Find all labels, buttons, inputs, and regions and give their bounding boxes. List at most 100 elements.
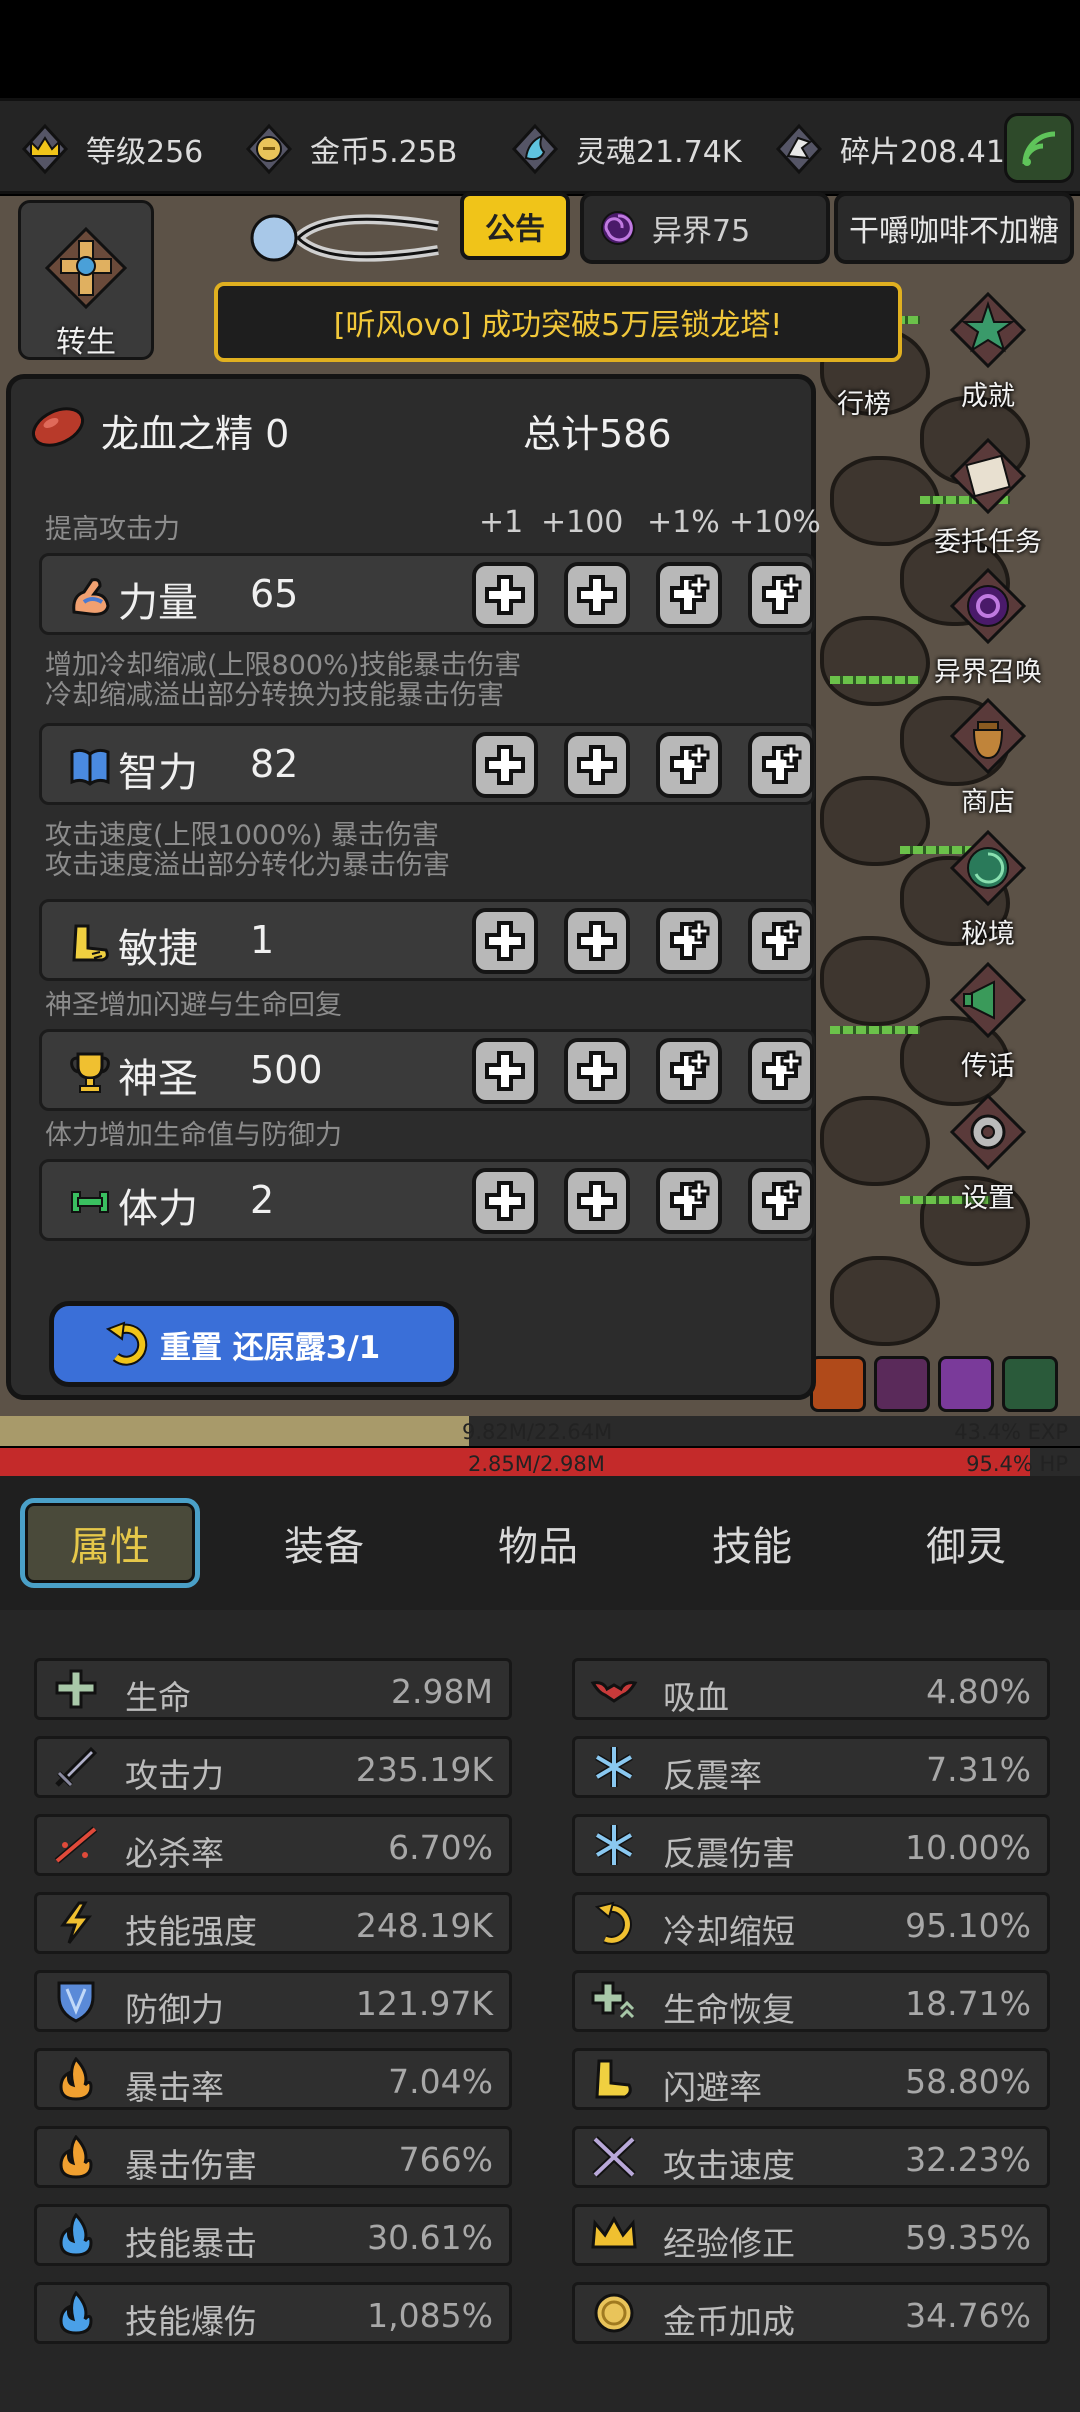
tab-equipment[interactable]: 装备 <box>234 1498 414 1588</box>
add-1-percent-button[interactable] <box>656 732 722 798</box>
stamina-description: 体力增加生命值与防御力 <box>45 1120 342 1151</box>
add-10-percent-button[interactable] <box>748 732 814 798</box>
crown-icon <box>18 122 72 176</box>
notice-button[interactable]: 公告 <box>460 192 570 260</box>
skill-icon[interactable] <box>874 1356 930 1412</box>
sword-icon <box>51 1745 101 1789</box>
book-icon <box>70 748 110 786</box>
add-100-button[interactable] <box>564 908 630 974</box>
winged-boot-icon <box>72 924 109 962</box>
staff-weapon-icon <box>238 198 458 278</box>
menu-secret-realm[interactable]: 秘境 <box>928 828 1048 951</box>
flame-icon <box>51 2135 101 2179</box>
attribute-deadly-rate: 必杀率 6.70% <box>34 1814 512 1876</box>
add-100-button[interactable] <box>564 1168 630 1234</box>
menu-settings[interactable]: 设置 <box>928 1092 1048 1215</box>
bat-icon <box>589 1667 639 1711</box>
add-1-button[interactable] <box>472 562 538 628</box>
crown-icon <box>589 2213 639 2257</box>
soul-flame-icon <box>508 122 562 176</box>
add-10-percent-button[interactable] <box>748 1168 814 1234</box>
total-points: 总计586 <box>523 412 672 456</box>
signal-icon <box>1022 131 1056 166</box>
attribute-lifesteal: 吸血 4.80% <box>572 1658 1050 1720</box>
portal-icon <box>948 566 1028 646</box>
dragon-blood-count: 龙血之精 0 <box>101 412 290 456</box>
rebirth-button[interactable]: 转生 <box>18 200 154 360</box>
winged-boot-icon <box>589 2057 639 2101</box>
skill-icon-strip <box>810 1356 1080 1412</box>
level-display: 等级256 <box>18 101 203 197</box>
ice-burst-icon <box>589 1745 639 1789</box>
attribute-reflect-rate: 反震率 7.31% <box>572 1736 1050 1798</box>
tab-attributes[interactable]: 属性 <box>20 1498 200 1588</box>
skill-icon[interactable] <box>810 1356 866 1412</box>
enemy-sprite <box>820 1096 930 1186</box>
attribute-skill-crit: 技能暴击 30.61% <box>34 2204 512 2266</box>
attribute-gold-bonus: 金币加成 34.76% <box>572 2282 1050 2344</box>
menu-leaderboard[interactable]: 行榜 <box>804 382 924 421</box>
megaphone-icon <box>948 960 1028 1040</box>
attribute-crit-damage: 暴击伤害 766% <box>34 2126 512 2188</box>
vortex-icon <box>948 828 1028 908</box>
add-10-percent-button[interactable] <box>748 562 814 628</box>
status-bar <box>0 0 1080 98</box>
attribute-defense: 防御力 121.97K <box>34 1970 512 2032</box>
flame-icon <box>51 2057 101 2101</box>
health-cross-icon <box>51 1667 101 1711</box>
critical-slash-icon <box>51 1823 101 1867</box>
add-100-button[interactable] <box>564 1038 630 1104</box>
tab-items[interactable]: 物品 <box>448 1498 628 1588</box>
gold-coin-icon <box>242 122 296 176</box>
add-100-button[interactable] <box>564 732 630 798</box>
attribute-skill-crit-damage: 技能爆伤 1,085% <box>34 2282 512 2344</box>
attribute-crit-rate: 暴击率 7.04% <box>34 2048 512 2110</box>
stat-row-stamina: 体力 2 <box>39 1159 815 1241</box>
shield-icon <box>51 1979 101 2023</box>
strength-description: 提高攻击力 <box>45 514 180 545</box>
player-name-tag[interactable]: 干嚼咖啡不加糖 <box>834 192 1074 264</box>
regen-cross-icon <box>589 1979 639 2023</box>
skill-icon[interactable] <box>1002 1356 1058 1412</box>
skill-icon[interactable] <box>938 1356 994 1412</box>
blue-flame-icon <box>51 2291 101 2335</box>
reset-button[interactable]: 重置 还原露3/1 <box>49 1301 459 1387</box>
scroll-icon <box>948 436 1028 516</box>
signal-button[interactable] <box>1004 113 1074 183</box>
menu-broadcast[interactable]: 传话 <box>928 960 1048 1083</box>
add-1-button[interactable] <box>472 1168 538 1234</box>
attribute-reflect-damage: 反震伤害 10.00% <box>572 1814 1050 1876</box>
menu-otherworld-summon[interactable]: 异界召唤 <box>928 566 1048 689</box>
gold-coin-icon <box>589 2291 639 2335</box>
shard-icon <box>772 122 826 176</box>
stat-row-holy: 神圣 500 <box>39 1029 815 1111</box>
gold-display: 金币5.25B <box>242 101 457 197</box>
add-1-button[interactable] <box>472 1038 538 1104</box>
add-1-percent-button[interactable] <box>656 562 722 628</box>
menu-shop[interactable]: 商店 <box>928 696 1048 819</box>
add-100-button[interactable] <box>564 562 630 628</box>
menu-commission-tasks[interactable]: 委托任务 <box>928 436 1048 559</box>
star-icon <box>948 290 1028 370</box>
soul-display: 灵魂21.74K <box>508 101 742 197</box>
attribute-life: 生命 2.98M <box>34 1658 512 1720</box>
otherworld-display[interactable]: 异界75 <box>580 192 830 264</box>
add-10-percent-button[interactable] <box>748 908 814 974</box>
menu-achievements[interactable]: 成就 <box>928 290 1048 413</box>
undo-arrow-icon <box>105 1321 148 1366</box>
resource-bar: 等级256 金币5.25B 灵魂21.74K 碎片208.41K <box>0 98 1080 194</box>
shards-display: 碎片208.41K <box>772 101 1025 197</box>
enemy-sprite <box>830 1256 940 1346</box>
tab-skills[interactable]: 技能 <box>662 1498 842 1588</box>
attribute-attack-speed: 攻击速度 32.23% <box>572 2126 1050 2188</box>
add-10-percent-button[interactable] <box>748 1038 814 1104</box>
add-1-button[interactable] <box>472 732 538 798</box>
bone-icon <box>71 1191 109 1213</box>
add-1-percent-button[interactable] <box>656 1038 722 1104</box>
tab-spirits[interactable]: 御灵 <box>876 1498 1056 1588</box>
stat-row-agility: 敏捷 1 <box>39 899 815 981</box>
add-1-percent-button[interactable] <box>656 1168 722 1234</box>
portal-swirl-icon <box>601 211 635 245</box>
add-1-percent-button[interactable] <box>656 908 722 974</box>
add-1-button[interactable] <box>472 908 538 974</box>
